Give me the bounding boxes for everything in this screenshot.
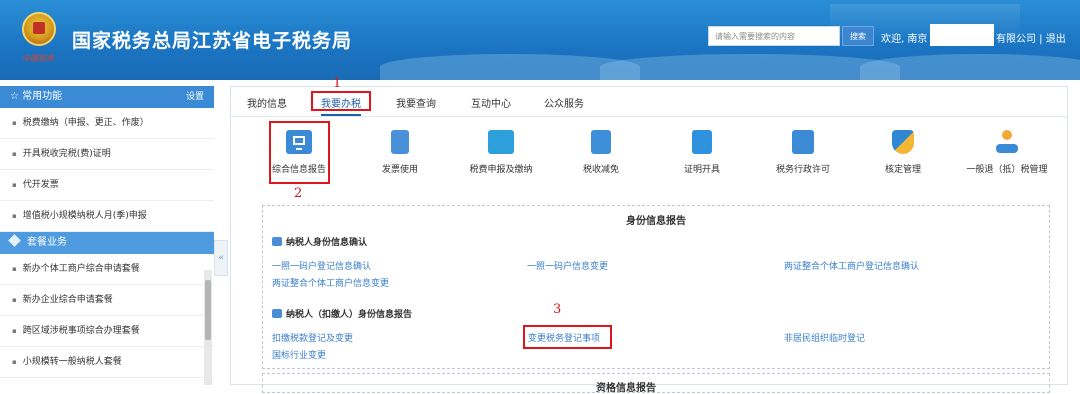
link[interactable]: 国标行业变更 <box>272 348 326 361</box>
section-heading: 纳税人（扣缴人）身份信息报告 <box>272 307 412 320</box>
package-icon <box>8 234 21 247</box>
welcome-text: 欢迎, 南京 <box>881 34 928 45</box>
function-tax-reduction[interactable]: 税收减免 <box>556 130 646 175</box>
link[interactable]: 一照一码户信息变更 <box>527 259 608 272</box>
function-label: 核定管理 <box>884 165 921 175</box>
background-hill <box>600 54 900 80</box>
redacted-company-name <box>930 24 994 46</box>
user-check-icon <box>272 237 282 246</box>
tab-query[interactable]: 我要查询 <box>396 95 436 110</box>
sidebar-item[interactable]: 新办个体工商户综合申请套餐 <box>0 254 214 285</box>
calculator-icon <box>591 130 611 154</box>
sidebar-item[interactable]: 跨区域涉税事项综合办理套餐 <box>0 316 214 347</box>
computer-icon <box>488 130 514 154</box>
section-heading: 纳税人身份信息确认 <box>272 235 367 248</box>
function-label: 税务行政许可 <box>775 165 830 175</box>
annotation-number: 1 <box>333 76 342 91</box>
shield-icon <box>892 130 914 154</box>
link[interactable]: 两证整合个体工商户信息变更 <box>272 276 389 289</box>
company-logout-links[interactable]: 有限公司 | 退出 <box>996 30 1066 45</box>
function-label: 发票使用 <box>381 165 418 175</box>
sidebar-item[interactable]: 代开发票 <box>0 170 214 201</box>
function-tax-declaration[interactable]: 税费申报及缴纳 <box>456 130 546 175</box>
sidebar: ☆ 常用功能 设置 税费缴纳（申报、更正、作废） 开具税收完税(费)证明 代开发… <box>0 86 214 385</box>
function-label: 一般退（抵）税管理 <box>966 165 1048 175</box>
highlight-box <box>269 121 330 184</box>
sidebar-item[interactable]: 小规模转一般纳税人套餐 <box>0 347 214 378</box>
section-title: 纳税人（扣缴人）身份信息报告 <box>286 310 413 320</box>
tab-public-service[interactable]: 公众服务 <box>544 95 584 110</box>
settings-link[interactable]: 设置 <box>186 86 204 108</box>
network-icon <box>994 130 1020 154</box>
sidebar-item[interactable]: 增值税小规模纳税人月(季)申报 <box>0 201 214 232</box>
sidebar-collapse-button[interactable]: « <box>214 240 228 276</box>
sidebar-item[interactable]: 新办企业综合申请套餐 <box>0 285 214 316</box>
common-functions-header[interactable]: ☆ 常用功能 设置 <box>0 86 214 108</box>
annotation-number: 2 <box>294 186 303 201</box>
panel-title: 身份信息报告 <box>626 216 686 227</box>
function-label: 证明开具 <box>683 165 720 175</box>
panel-title: 资格信息报告 <box>596 383 656 394</box>
section-title: 纳税人身份信息确认 <box>286 238 368 248</box>
sidebar-scroll-thumb[interactable] <box>205 280 211 340</box>
id-card-icon <box>272 309 282 318</box>
link[interactable]: 一照一码户登记信息确认 <box>272 259 371 272</box>
function-assessment-management[interactable]: 核定管理 <box>858 130 948 175</box>
common-functions-title: ☆ 常用功能 <box>10 91 63 102</box>
package-business-title: 套餐业务 <box>27 237 67 248</box>
highlight-box <box>523 325 612 349</box>
package-business-header[interactable]: 套餐业务 <box>0 232 214 254</box>
function-administrative-license[interactable]: 税务行政许可 <box>758 130 848 175</box>
function-certificate[interactable]: 证明开具 <box>657 130 747 175</box>
function-label: 税收减免 <box>582 165 619 175</box>
annotation-number: 3 <box>553 302 562 317</box>
search-button[interactable]: 搜索 <box>842 26 874 46</box>
sidebar-item[interactable]: 开具税收完税(费)证明 <box>0 139 214 170</box>
tab-interaction[interactable]: 互动中心 <box>471 95 511 110</box>
function-label: 税费申报及缴纳 <box>469 165 533 175</box>
qualification-report-panel <box>262 373 1050 393</box>
tab-my-info[interactable]: 我的信息 <box>247 95 287 110</box>
link[interactable]: 非居民组织临时登记 <box>784 331 865 344</box>
search-input[interactable]: 请输入需要搜索的内容 <box>708 26 840 46</box>
background-hill <box>860 54 1080 80</box>
sidebar-item[interactable]: 税费缴纳（申报、更正、作废） <box>0 108 214 139</box>
function-invoice-use[interactable]: 发票使用 <box>355 130 445 175</box>
form-icon <box>792 130 814 154</box>
link[interactable]: 扣缴税款登记及变更 <box>272 331 353 344</box>
tax-emblem-icon <box>22 12 56 46</box>
link[interactable]: 两证整合个体工商户登记信息确认 <box>784 259 919 272</box>
document-icon <box>391 130 409 154</box>
highlight-box <box>311 91 371 111</box>
site-title: 国家税务总局江苏省电子税务局 <box>72 30 353 52</box>
signature-logo: 中国税务 <box>22 54 54 63</box>
certificate-icon <box>692 130 712 154</box>
function-tax-refund[interactable]: 一般退（抵）税管理 <box>962 130 1052 175</box>
